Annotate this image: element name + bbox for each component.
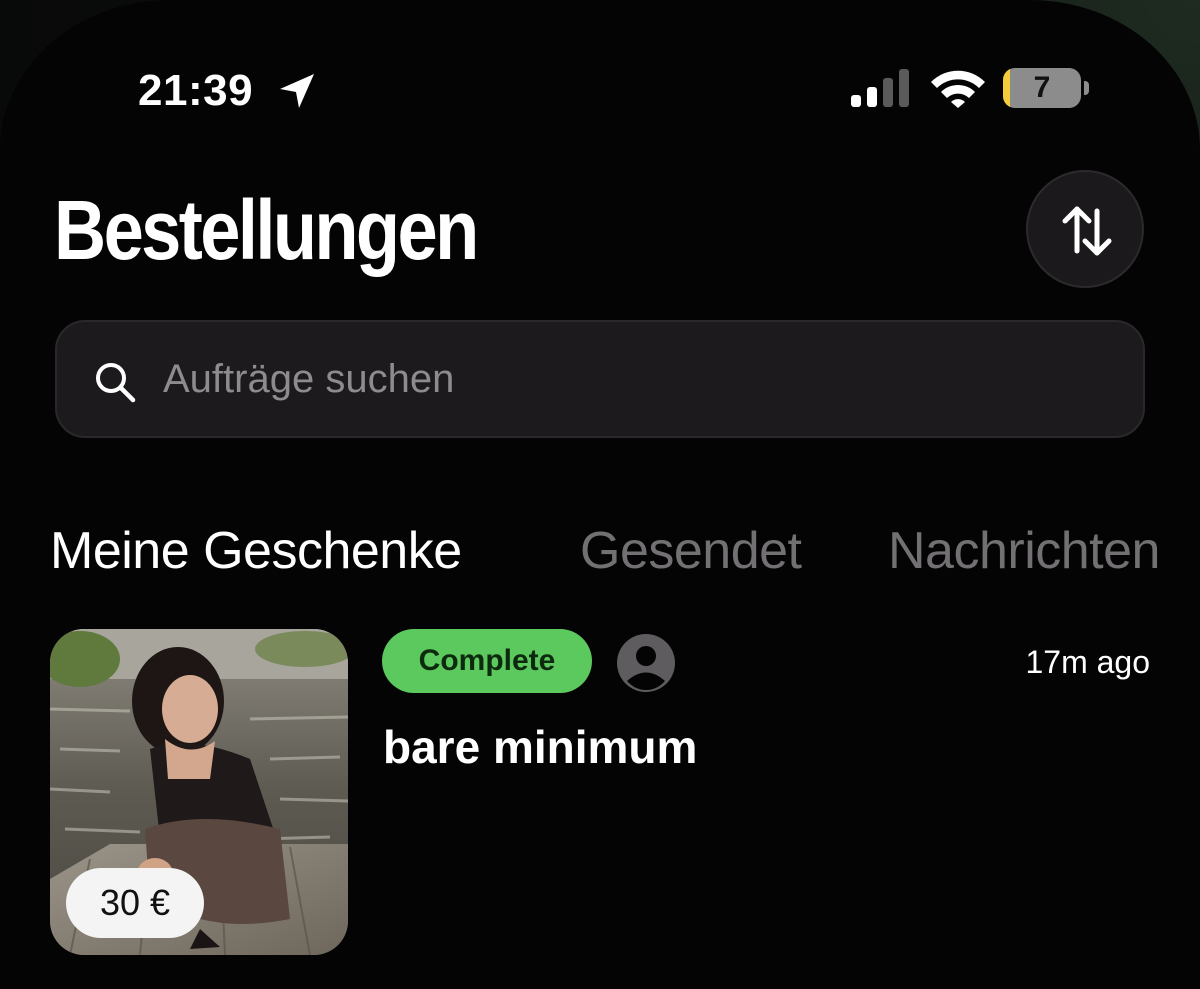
order-timestamp: 17m ago [1025,644,1150,680]
status-badge: Complete [382,629,592,693]
order-title[interactable]: bare minimum [383,718,697,776]
app-screen: 21:39 7 Bestellungen Aufträge suchen Mei… [0,0,1200,989]
search-bar[interactable] [55,320,1145,438]
sort-button[interactable] [1026,170,1144,288]
sort-arrows-icon [1062,206,1112,256]
battery-nub [1084,81,1089,95]
battery-icon: 7 [1003,68,1081,108]
wifi-icon [931,70,985,108]
page-title: Bestellungen [54,183,479,277]
cellular-signal-icon [851,69,909,107]
tab-gesendet[interactable]: Gesendet [580,516,802,586]
search-icon [96,363,136,403]
tab-nachrichten[interactable]: Nachrichten [888,516,1160,586]
price-badge: 30 € [66,868,204,938]
search-input[interactable] [163,347,1063,411]
avatar-placeholder-icon [617,634,675,692]
status-time: 21:39 [138,66,254,115]
tab-meine-geschenke[interactable]: Meine Geschenke [50,516,462,586]
location-arrow-icon [280,74,314,108]
battery-level-text: 7 [1033,71,1051,104]
